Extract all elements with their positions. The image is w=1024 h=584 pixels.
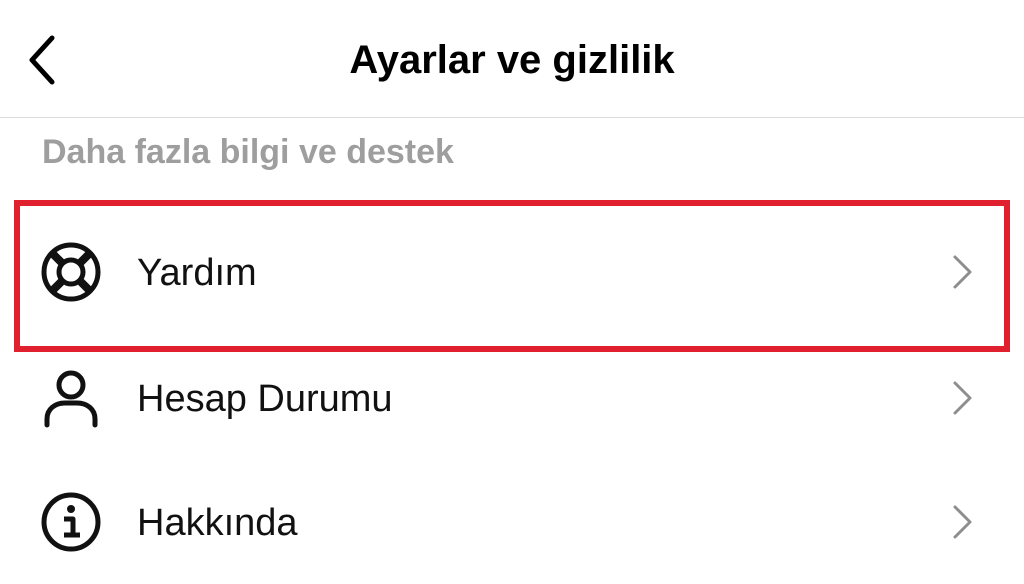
settings-item-label: Hesap Durumu [137, 378, 393, 420]
settings-item-about[interactable]: Hakkında [0, 460, 1024, 584]
lifebuoy-icon [40, 241, 102, 303]
settings-item-account-status[interactable]: Hesap Durumu [0, 336, 1024, 460]
settings-item-help[interactable]: Yardım [0, 210, 1024, 334]
settings-item-label: Hakkında [137, 502, 298, 544]
settings-item-label: Yardım [137, 252, 257, 294]
info-icon [40, 491, 102, 553]
chevron-right-icon [946, 504, 978, 540]
chevron-right-icon [946, 380, 978, 416]
page-title: Ayarlar ve gizlilik [349, 38, 675, 82]
chevron-right-icon [946, 254, 978, 290]
person-icon [40, 367, 102, 429]
section-title: Daha fazla bilgi ve destek [42, 133, 454, 171]
top-bar: Ayarlar ve gizlilik [0, 0, 1024, 118]
